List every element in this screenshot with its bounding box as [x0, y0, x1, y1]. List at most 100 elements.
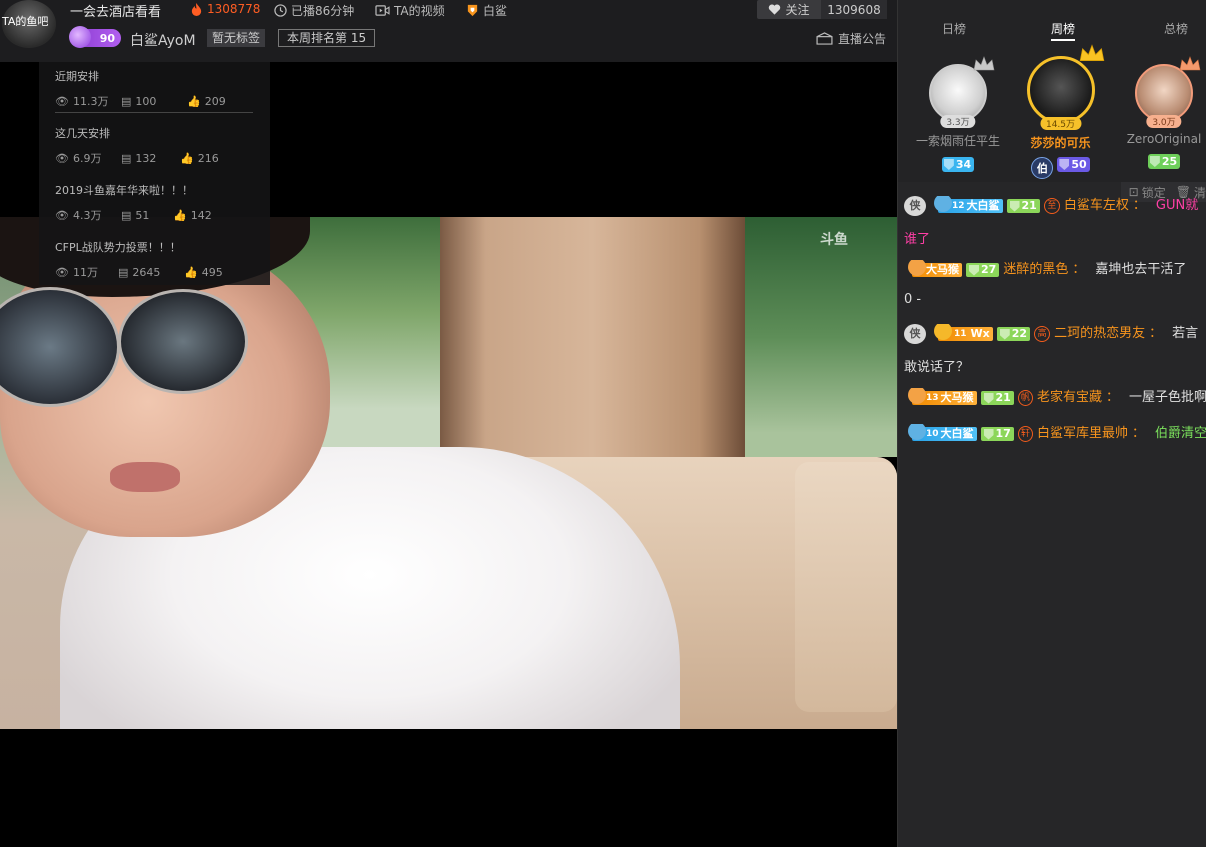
playlist-divider	[55, 112, 253, 113]
chat-text: 一屋子色批啊	[1128, 390, 1206, 405]
fan-name: Wx	[970, 327, 990, 340]
fan-level: 10	[926, 429, 939, 439]
video-sofa-right	[795, 462, 897, 712]
playlist-item[interactable]: 近期安排 👁 11.3万 ▤ 100 👍 209	[55, 68, 255, 109]
chat-message: 侠 11 Wx 22 高 二珂的热恋男友 ： 若言	[904, 324, 1206, 344]
announcement-icon	[816, 32, 833, 45]
video-icon	[375, 5, 390, 16]
eye-icon: 👁	[55, 94, 69, 108]
ta-videos-link[interactable]: TA的视频	[375, 2, 445, 19]
playlist-item-title: 近期安排	[55, 70, 99, 83]
chat-username[interactable]: 迷醉的黑色	[1003, 260, 1068, 280]
rank-user-3[interactable]: 3.0万 ZeroOriginal 25	[1114, 56, 1206, 169]
chat-username[interactable]: 白鲨车左权	[1064, 196, 1129, 216]
user-level-badge: 34	[941, 157, 975, 172]
streamer-name[interactable]: 白鲨AyoM	[130, 30, 196, 50]
rank-user-2[interactable]: 3.3万 一索烟雨任平生 34	[908, 56, 1008, 172]
rank-avatar[interactable]: 14.5万	[1026, 44, 1104, 130]
weekly-rank[interactable]: 本周排名第 15	[278, 29, 376, 47]
likes-stat: 👍 216	[180, 150, 219, 166]
playlist-item-title: 这几天安排	[55, 127, 110, 140]
rank-user-1[interactable]: 14.5万 莎莎的可乐 伯 50	[1008, 44, 1113, 179]
tab-total[interactable]: 总榜	[1164, 20, 1188, 37]
tab-daily[interactable]: 日榜	[942, 20, 966, 37]
user-level-badge: 50	[1057, 157, 1090, 172]
shark-fan-link[interactable]: 白鲨	[466, 2, 507, 19]
user-level-badge: 22	[996, 327, 1031, 341]
chat-text-continued: 谁了	[904, 232, 931, 247]
video-person-lips	[110, 462, 180, 492]
follow-button[interactable]: 关注	[757, 0, 821, 19]
playlist-item[interactable]: CFPL战队势力投票！！！ 👁 11万 ▤ 2645 👍 495	[55, 239, 255, 280]
douyu-watermark: 斗鱼	[820, 232, 848, 248]
eye-icon: 👁	[55, 151, 69, 165]
chat-username[interactable]: 二珂的热恋男友	[1054, 324, 1145, 344]
silver-crown-icon	[973, 56, 995, 71]
chat-username[interactable]: 老家有宝藏	[1037, 388, 1102, 408]
rank-username: 一索烟雨任平生	[915, 134, 1000, 148]
user-level: 27	[981, 263, 997, 276]
playlist-item[interactable]: 2019斗鱼嘉年华来啦！！！ 👁 4.3万 ▤ 51 👍 142	[55, 182, 255, 223]
fan-level: 11	[954, 329, 967, 339]
rank-username: ZeroOriginal	[1126, 132, 1202, 146]
views-count: 6.9万	[72, 152, 102, 165]
rank-avatar[interactable]: 3.0万	[1135, 56, 1201, 128]
fan-badge[interactable]: 10 大白鲨	[908, 424, 977, 441]
rank-score: 3.3万	[940, 115, 976, 128]
chat-text-continued: 敢说话了？	[904, 360, 970, 375]
chat-username[interactable]: 白鲨军库里最帅	[1037, 424, 1128, 444]
tab-weekly[interactable]: 周榜	[1051, 20, 1076, 41]
announcement-link[interactable]: 直播公告	[816, 30, 886, 47]
announcement-label: 直播公告	[838, 32, 887, 46]
views-stat: 👁 4.3万	[55, 207, 121, 223]
chat-message: 大马猴 27 迷醉的黑色 ： 嘉坤也去干活了	[904, 260, 1206, 280]
playlist-item[interactable]: 这几天安排 👁 6.9万 ▤ 132 👍 216	[55, 125, 255, 166]
comments-stat: ▤ 2645	[118, 264, 184, 280]
shield-icon	[969, 264, 979, 276]
chat-colon: ：	[1132, 198, 1146, 213]
fish-bar-link[interactable]: TA的鱼吧	[2, 13, 48, 29]
ranking-tabs: 日榜 周榜 总榜	[898, 20, 1206, 41]
user-level-badge: 21	[980, 391, 1014, 405]
room-title: 一会去酒店看看	[70, 5, 162, 20]
chat-colon: ：	[1105, 390, 1119, 405]
chat-colon: ：	[1131, 426, 1145, 441]
noble-badge: 侠	[904, 196, 926, 216]
video-sunglass-right	[118, 289, 248, 394]
user-level: 34	[955, 158, 972, 171]
noble-badge: 伯	[1031, 157, 1054, 179]
user-level: 50	[1071, 158, 1087, 171]
comments-stat: ▤ 51	[121, 207, 173, 223]
comment-icon: ▤	[121, 151, 132, 165]
comments-count: 132	[135, 151, 157, 165]
follower-count: 1309608	[821, 0, 887, 19]
rank-badge: 轩	[1017, 426, 1033, 442]
contribution-ranking: 日榜 周榜 总榜 3.3万 一索烟雨任平生 34 14.5万 莎莎的可乐 伯 5…	[898, 0, 1206, 182]
fan-badge[interactable]: 11 Wx	[934, 324, 993, 341]
chat-message: 10 大白鲨 17 轩 白鲨军库里最帅： 伯爵清空	[904, 424, 1206, 444]
avatar-image	[929, 64, 987, 122]
fan-level: 13	[926, 393, 939, 403]
user-level-badge: 17	[980, 427, 1014, 441]
rank-badge: 至	[1043, 198, 1060, 214]
chat-text: 伯爵清空	[1154, 426, 1206, 441]
thumb-up-icon: 👍	[187, 94, 201, 108]
comments-count: 51	[135, 208, 150, 222]
views-stat: 👁 6.9万	[55, 150, 121, 166]
shield-badge-icon	[467, 4, 478, 17]
fan-badge[interactable]: 12 大白鲨	[934, 196, 1003, 213]
video-player[interactable]: 斗鱼	[0, 217, 897, 729]
rank-username: 莎莎的可乐	[1030, 136, 1091, 150]
fan-badge[interactable]: 13 大马猴	[908, 388, 977, 405]
eye-icon: 👁	[55, 208, 69, 222]
rank-avatar[interactable]: 3.3万	[929, 56, 995, 128]
fan-badge-icon	[908, 388, 926, 404]
chat-text: GUN就	[1155, 198, 1199, 213]
side-panel: 日榜 周榜 总榜 3.3万 一索烟雨任平生 34 14.5万 莎莎的可乐 伯 5…	[897, 0, 1206, 847]
shark-label: 白鲨	[483, 4, 508, 18]
likes-stat: 👍 209	[187, 93, 226, 109]
shield-icon	[983, 428, 994, 440]
fan-name: 大白鲨	[966, 199, 1000, 212]
fan-badge[interactable]: 大马猴	[908, 260, 962, 277]
chat-message: 侠 12 大白鲨 21 至 白鲨车左权： GUN就	[904, 196, 1206, 216]
